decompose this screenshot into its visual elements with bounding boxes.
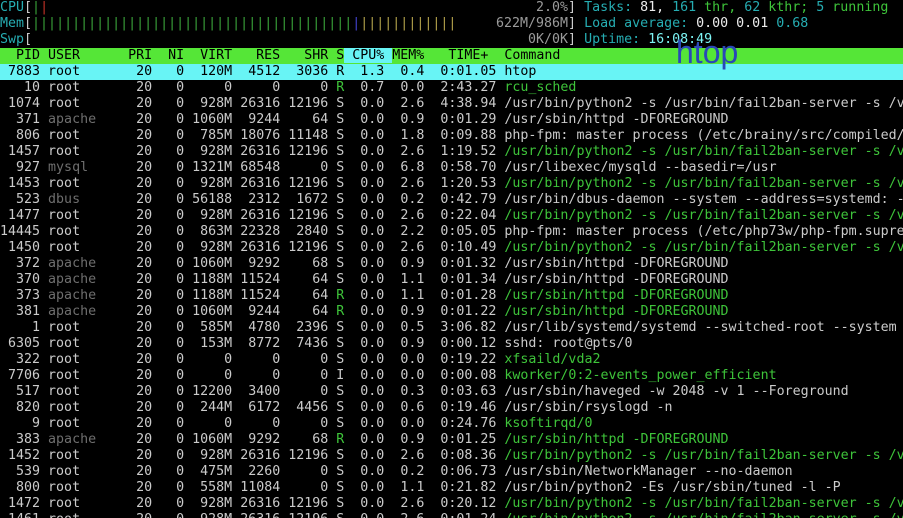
meters-panel: CPU[||2.0%] Tasks: 81, 161 thr, 62 kthr;… bbox=[0, 0, 903, 48]
process-command: /usr/sbin/rsyslogd -n bbox=[504, 400, 672, 415]
process-command: /usr/sbin/httpd -DFOREGROUND bbox=[504, 272, 728, 287]
process-command: htop bbox=[504, 64, 536, 79]
cpu-meter: CPU[||2.0%] Tasks: 81, 161 thr, 62 kthr;… bbox=[0, 0, 903, 16]
process-row[interactable]: 1453 root 20 0 928M 26316 12196 S 0.0 2.… bbox=[0, 176, 903, 192]
process-row[interactable]: 6305 root 20 0 153M 8772 7436 S 0.0 0.9 … bbox=[0, 336, 903, 352]
mem-meter-bars: ||||||||||||||||||||||||||||||||||||||||… bbox=[32, 16, 568, 32]
process-row[interactable]: 370 apache 20 0 1188M 11524 64 S 0.0 1.1… bbox=[0, 272, 903, 288]
process-row[interactable]: 517 root 20 0 12200 3400 0 S 0.0 0.3 0:0… bbox=[0, 384, 903, 400]
process-row[interactable]: 1 root 20 0 585M 4780 2396 S 0.0 0.5 3:0… bbox=[0, 320, 903, 336]
process-row[interactable]: 1452 root 20 0 928M 26316 12196 S 0.0 2.… bbox=[0, 448, 903, 464]
process-row[interactable]: 372 apache 20 0 1060M 9292 68 S 0.0 0.9 … bbox=[0, 256, 903, 272]
process-row[interactable]: 383 apache 20 0 1060M 9292 68 R 0.0 0.9 … bbox=[0, 432, 903, 448]
process-row[interactable]: 381 apache 20 0 1060M 9244 64 R 0.0 0.9 … bbox=[0, 304, 903, 320]
process-row[interactable]: 806 root 20 0 785M 18076 11148 S 0.0 1.8… bbox=[0, 128, 903, 144]
process-command: xfsaild/vda2 bbox=[504, 352, 600, 367]
swp-meter-value: 0K/0K bbox=[528, 32, 568, 48]
process-row[interactable]: 820 root 20 0 244M 6172 4456 S 0.0 0.6 0… bbox=[0, 400, 903, 416]
tasks-summary: Tasks: 81, 161 thr, 62 kthr; 5 running bbox=[584, 0, 888, 15]
process-row[interactable]: 1074 root 20 0 928M 26316 12196 S 0.0 2.… bbox=[0, 96, 903, 112]
process-row[interactable]: 373 apache 20 0 1188M 11524 64 R 0.0 1.1… bbox=[0, 288, 903, 304]
swp-meter-bars: 0K/0K bbox=[32, 32, 568, 48]
process-table-header[interactable]: PID USER PRI NI VIRT RES SHR S CPU% MEM%… bbox=[0, 48, 903, 64]
load-average: Load average: 0.00 0.01 0.68 bbox=[584, 16, 808, 31]
process-command: /usr/sbin/httpd -DFOREGROUND bbox=[504, 256, 728, 271]
process-command: /usr/bin/python2 -s /usr/bin/fail2ban-se… bbox=[504, 496, 903, 511]
process-row[interactable]: 1457 root 20 0 928M 26316 12196 S 0.0 2.… bbox=[0, 144, 903, 160]
mem-meter: Mem[||||||||||||||||||||||||||||||||||||… bbox=[0, 16, 903, 32]
process-row[interactable]: 927 mysql 20 0 1321M 68548 0 S 0.0 6.8 0… bbox=[0, 160, 903, 176]
process-row[interactable]: 10 root 20 0 0 0 0 R 0.7 0.0 2:43.27 rcu… bbox=[0, 80, 903, 96]
process-command: /usr/libexec/mysqld --basedir=/usr bbox=[504, 160, 776, 175]
process-command: php-fpm: master process (/etc/php73w/php… bbox=[504, 224, 903, 239]
process-row[interactable]: 9 root 20 0 0 0 0 S 0.0 0.0 0:24.76 ksof… bbox=[0, 416, 903, 432]
process-row[interactable]: 1477 root 20 0 928M 26316 12196 S 0.0 2.… bbox=[0, 208, 903, 224]
sort-column-cpu[interactable]: CPU% bbox=[344, 48, 392, 63]
mem-meter-value: 622M/986M bbox=[496, 16, 568, 32]
process-table: 7883 root 20 0 120M 4512 3036 R 1.3 0.4 … bbox=[0, 64, 903, 518]
cpu-meter-value: 2.0% bbox=[536, 0, 568, 16]
process-command: /usr/sbin/NetworkManager --no-daemon bbox=[504, 464, 792, 479]
process-command: /usr/bin/python2 -s /usr/bin/fail2ban-se… bbox=[504, 448, 903, 463]
process-command: /usr/sbin/haveged -w 2048 -v 1 --Foregro… bbox=[504, 384, 848, 399]
process-command: /usr/sbin/httpd -DFOREGROUND bbox=[504, 432, 728, 447]
process-command: sshd: root@pts/0 bbox=[504, 336, 632, 351]
process-command: /usr/bin/python2 -s /usr/bin/fail2ban-se… bbox=[504, 96, 903, 111]
process-row[interactable]: 7706 root 20 0 0 0 0 I 0.0 0.0 0:00.08 k… bbox=[0, 368, 903, 384]
process-row[interactable]: 14445 root 20 0 863M 22328 2840 S 0.0 2.… bbox=[0, 224, 903, 240]
htop-terminal: CPU[||2.0%] Tasks: 81, 161 thr, 62 kthr;… bbox=[0, 0, 903, 518]
process-row[interactable]: 1472 root 20 0 928M 26316 12196 S 0.0 2.… bbox=[0, 496, 903, 512]
process-command: ksoftirqd/0 bbox=[504, 416, 592, 431]
process-command: /usr/bin/python2 -Es /usr/sbin/tuned -l … bbox=[504, 480, 840, 495]
process-command: /usr/bin/python2 -s /usr/bin/fail2ban-se… bbox=[504, 512, 903, 518]
process-command: rcu_sched bbox=[504, 80, 576, 95]
process-row[interactable]: 539 root 20 0 475M 2260 0 S 0.0 0.2 0:06… bbox=[0, 464, 903, 480]
process-row[interactable]: 523 dbus 20 0 56188 2312 1672 S 0.0 0.2 … bbox=[0, 192, 903, 208]
process-row[interactable]: 1461 root 20 0 928M 26316 12196 S 0.0 2.… bbox=[0, 512, 903, 518]
process-command: /usr/bin/python2 -s /usr/bin/fail2ban-se… bbox=[504, 176, 903, 191]
process-command: kworker/0:2-events_power_efficient bbox=[504, 368, 776, 383]
cpu-meter-bars: ||2.0% bbox=[32, 0, 568, 16]
process-row[interactable]: 800 root 20 0 558M 11084 0 S 0.0 1.1 0:2… bbox=[0, 480, 903, 496]
process-command: php-fpm: master process (/etc/brainy/src… bbox=[504, 128, 903, 143]
process-row[interactable]: 1450 root 20 0 928M 26316 12196 S 0.0 2.… bbox=[0, 240, 903, 256]
process-command: /usr/bin/python2 -s /usr/bin/fail2ban-se… bbox=[504, 144, 903, 159]
process-command: /usr/bin/dbus-daemon --system --address=… bbox=[504, 192, 903, 207]
process-command: /usr/sbin/httpd -DFOREGROUND bbox=[504, 304, 728, 319]
watermark: htop bbox=[676, 44, 738, 60]
process-row[interactable]: 322 root 20 0 0 0 0 S 0.0 0.0 0:19.22 xf… bbox=[0, 352, 903, 368]
process-command: /usr/sbin/httpd -DFOREGROUND bbox=[504, 112, 728, 127]
swp-meter: Swp[0K/0K] Uptime: 16:08:49 bbox=[0, 32, 903, 48]
process-command: /usr/lib/systemd/systemd --switched-root… bbox=[504, 320, 896, 335]
process-row[interactable]: 371 apache 20 0 1060M 9244 64 S 0.0 0.9 … bbox=[0, 112, 903, 128]
process-command: /usr/sbin/httpd -DFOREGROUND bbox=[504, 288, 728, 303]
process-command: /usr/bin/python2 -s /usr/bin/fail2ban-se… bbox=[504, 240, 903, 255]
process-row-selected[interactable]: 7883 root 20 0 120M 4512 3036 R 1.3 0.4 … bbox=[0, 64, 903, 80]
process-command: /usr/bin/python2 -s /usr/bin/fail2ban-se… bbox=[504, 208, 903, 223]
